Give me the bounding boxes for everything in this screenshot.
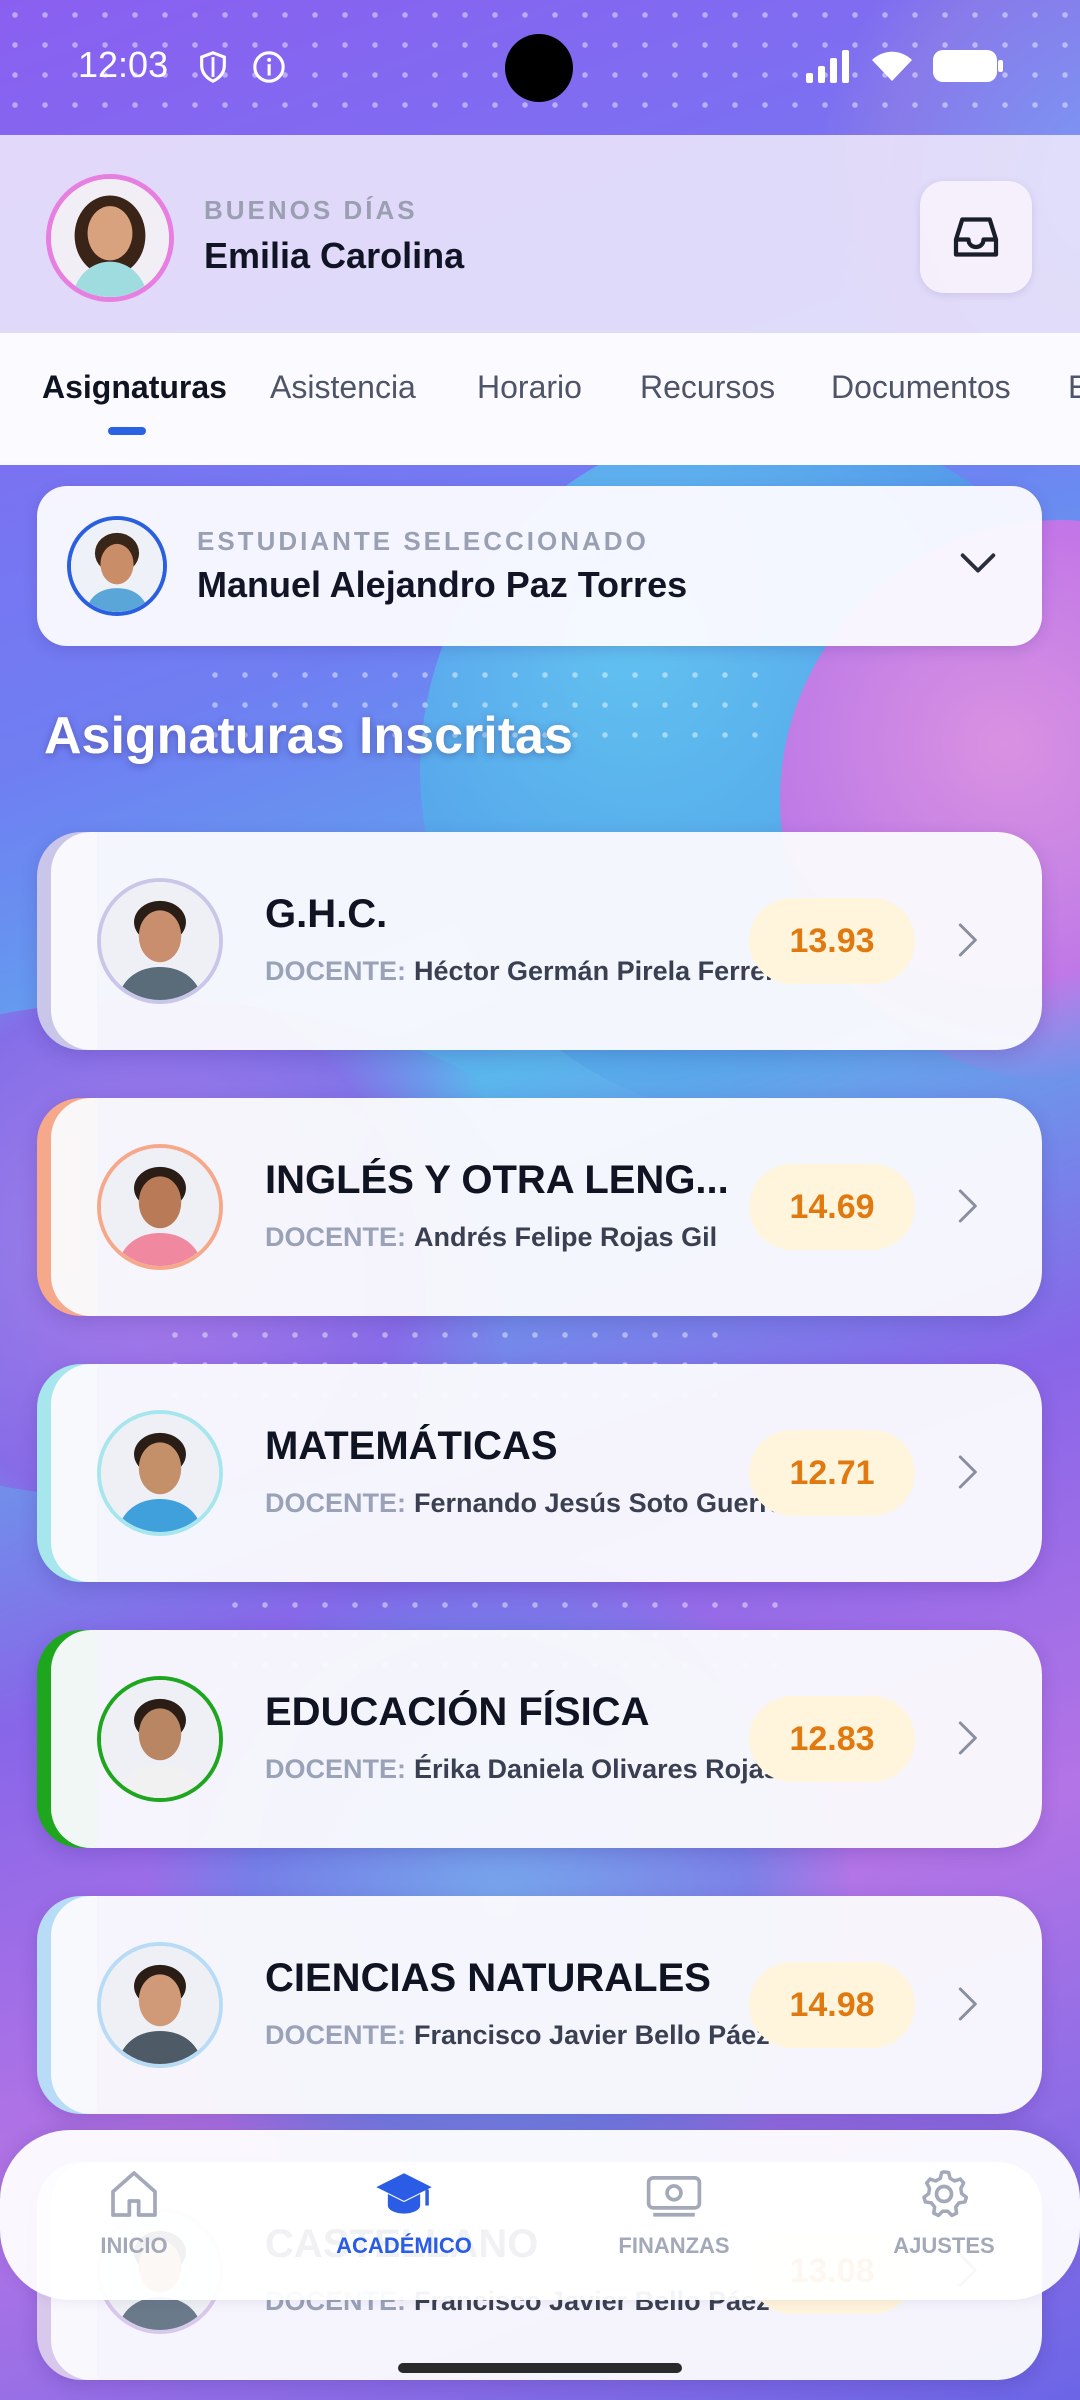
user-avatar[interactable] bbox=[46, 174, 174, 302]
subject-name: EDUCACIÓN FÍSICA bbox=[265, 1690, 650, 1734]
section-title: Asignaturas Inscritas bbox=[44, 707, 573, 765]
subject-teacher: DOCENTE: Andrés Felipe Rojas Gil bbox=[265, 1222, 717, 1253]
money-icon bbox=[646, 2176, 702, 2217]
tab-recursos[interactable]: Recursos bbox=[640, 369, 775, 406]
teacher-name: Héctor Germán Pirela Ferrer bbox=[414, 956, 776, 986]
nav-academico-label: ACADÉMICO bbox=[336, 2233, 472, 2258]
info-icon bbox=[253, 51, 285, 83]
user-name: Emilia Carolina bbox=[204, 235, 465, 276]
student-avatar bbox=[67, 516, 167, 616]
grade-badge: 12.83 bbox=[749, 1696, 915, 1782]
teacher-avatar bbox=[97, 878, 223, 1004]
nav-academico[interactable]: ACADÉMICO bbox=[304, 2166, 504, 2259]
teacher-label: DOCENTE: bbox=[265, 2020, 406, 2050]
status-time: 12:03 bbox=[78, 44, 169, 85]
status-bar: 12:03 bbox=[0, 0, 1080, 135]
shield-icon bbox=[200, 51, 226, 83]
camera-cutout bbox=[505, 34, 573, 102]
subject-card[interactable]: MATEMÁTICAS DOCENTE: Fernando Jesús Soto G… bbox=[37, 1364, 1042, 1582]
grade-badge: 14.98 bbox=[749, 1962, 915, 2048]
nav-ajustes-label: AJUSTES bbox=[893, 2233, 995, 2258]
inbox-button[interactable] bbox=[920, 181, 1032, 293]
teacher-name: Fernando Jesús Soto Guerra bbox=[414, 1488, 785, 1518]
teacher-label: DOCENTE: bbox=[265, 1488, 406, 1518]
signal-icon bbox=[806, 50, 849, 83]
greeting-text: BUENOS DÍAS bbox=[204, 195, 418, 225]
chevron-right-icon bbox=[958, 1987, 977, 2021]
subject-card[interactable]: EDUCACIÓN FÍSICA DOCENTE: Érika Daniela Ol… bbox=[37, 1630, 1042, 1848]
subject-name: INGLÉS Y OTRA LENG... bbox=[265, 1158, 729, 1202]
student-selector[interactable]: ESTUDIANTE SELECCIONADO Manuel Alejandro… bbox=[37, 486, 1042, 646]
grade-badge: 12.71 bbox=[749, 1430, 915, 1516]
teacher-avatar bbox=[97, 1144, 223, 1270]
chevron-right-icon bbox=[958, 923, 977, 957]
subject-teacher: DOCENTE: Fernando Jesús Soto Guerra bbox=[265, 1488, 785, 1519]
gear-icon bbox=[922, 2170, 969, 2218]
subject-name: G.H.C. bbox=[265, 892, 388, 936]
subject-teacher: DOCENTE: Francisco Javier Bello Páez bbox=[265, 2020, 770, 2051]
chevron-right-icon bbox=[958, 1455, 977, 1489]
student-name: Manuel Alejandro Paz Torres bbox=[197, 564, 688, 605]
grade-badge: 14.69 bbox=[749, 1164, 915, 1250]
teacher-name: Andrés Felipe Rojas Gil bbox=[414, 1222, 718, 1252]
nav-ajustes[interactable]: AJUSTES bbox=[844, 2166, 1044, 2259]
tab-overflow[interactable]: E bbox=[1068, 369, 1080, 406]
graduation-cap-icon bbox=[376, 2173, 432, 2214]
teacher-label: DOCENTE: bbox=[265, 956, 406, 986]
tab-bar: Asignaturas Asistencia Horario Recursos … bbox=[0, 333, 1080, 465]
active-tab-indicator bbox=[108, 427, 146, 435]
student-selector-label: ESTUDIANTE SELECCIONADO bbox=[197, 526, 649, 556]
teacher-name: Érika Daniela Olivares Rojas bbox=[414, 1754, 779, 1784]
profile-header: BUENOS DÍAS Emilia Carolina bbox=[0, 135, 1080, 333]
tab-horario[interactable]: Horario bbox=[477, 369, 582, 406]
nav-inicio[interactable]: INICIO bbox=[34, 2166, 234, 2259]
inbox-icon bbox=[953, 217, 999, 257]
home-icon bbox=[111, 2171, 157, 2217]
subject-name: MATEMÁTICAS bbox=[265, 1424, 558, 1468]
tab-documentos[interactable]: Documentos bbox=[831, 369, 1011, 406]
nav-finanzas-label: FINANZAS bbox=[618, 2233, 730, 2258]
wifi-icon bbox=[872, 51, 912, 81]
teacher-avatar bbox=[97, 1676, 223, 1802]
subject-teacher: DOCENTE: Héctor Germán Pirela Ferrer bbox=[265, 956, 776, 987]
teacher-avatar bbox=[97, 1942, 223, 2068]
subject-card[interactable]: INGLÉS Y OTRA LENG... DOCENTE: Andrés Feli… bbox=[37, 1098, 1042, 1316]
tab-asignaturas[interactable]: Asignaturas bbox=[42, 369, 227, 406]
chevron-right-icon bbox=[958, 1721, 977, 1755]
subject-card[interactable]: CIENCIAS NATURALES DOCENTE: Francisco Javi… bbox=[37, 1896, 1042, 2114]
nav-inicio-label: INICIO bbox=[100, 2233, 168, 2258]
teacher-label: DOCENTE: bbox=[265, 1754, 406, 1784]
subject-card[interactable]: G.H.C. DOCENTE: Héctor Germán Pirela Ferre… bbox=[37, 832, 1042, 1050]
subject-teacher: DOCENTE: Érika Daniela Olivares Rojas bbox=[265, 1754, 779, 1785]
teacher-avatar bbox=[97, 1410, 223, 1536]
chevron-down-icon bbox=[960, 553, 996, 573]
nav-finanzas[interactable]: FINANZAS bbox=[574, 2166, 774, 2259]
grade-badge: 13.93 bbox=[749, 898, 915, 984]
teacher-name: Francisco Javier Bello Páez bbox=[414, 2020, 770, 2050]
subject-name: CIENCIAS NATURALES bbox=[265, 1956, 711, 2000]
battery-icon bbox=[933, 50, 1003, 82]
teacher-label: DOCENTE: bbox=[265, 1222, 406, 1252]
bottom-navigation: INICIO ACADÉMICO FINANZAS AJUSTES bbox=[0, 2130, 1080, 2300]
home-indicator bbox=[398, 2363, 682, 2373]
chevron-right-icon bbox=[958, 1189, 977, 1223]
tab-asistencia[interactable]: Asistencia bbox=[270, 369, 416, 406]
